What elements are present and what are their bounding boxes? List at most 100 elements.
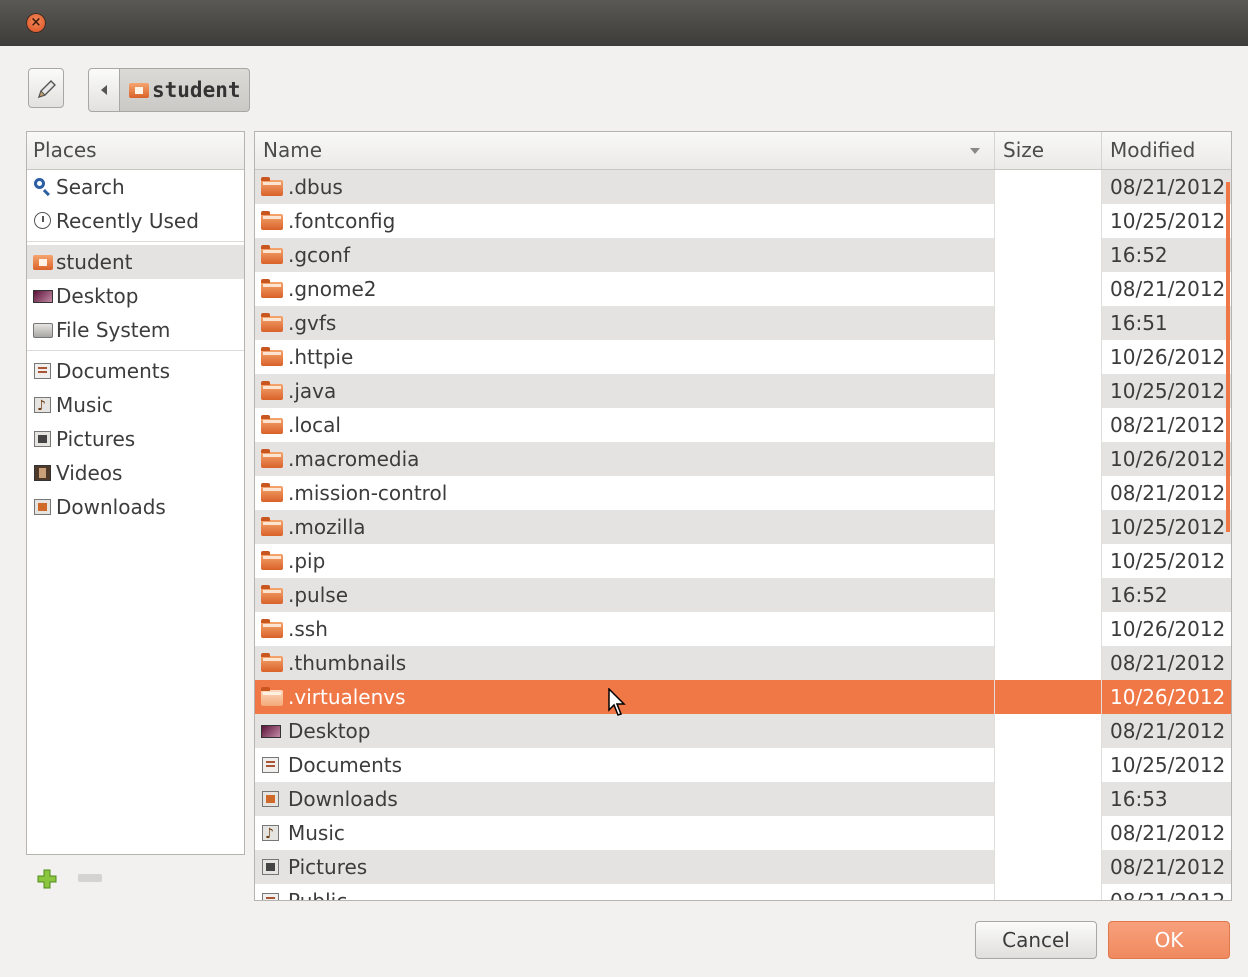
- file-size-cell: [994, 374, 1101, 408]
- file-row[interactable]: .gnome2 08/21/2012: [255, 272, 1231, 306]
- sidebar-item-pictures[interactable]: Pictures: [27, 422, 244, 456]
- file-name-cell: Music: [255, 816, 994, 851]
- file-name: .mozilla: [288, 515, 366, 539]
- sidebar-item-label: Recently Used: [56, 209, 199, 233]
- folder-icon: [260, 653, 284, 672]
- file-row[interactable]: .httpie 10/26/2012: [255, 340, 1231, 374]
- column-header-modified[interactable]: Modified: [1101, 132, 1231, 169]
- file-name: .httpie: [288, 345, 354, 369]
- sidebar-item-file-system[interactable]: File System: [27, 313, 244, 347]
- file-size-cell: [994, 442, 1101, 476]
- file-name: Desktop: [288, 719, 371, 743]
- file-name-cell: .pip: [255, 544, 994, 578]
- file-name-cell: .ssh: [255, 612, 994, 646]
- file-modified-cell: 10/26/2012: [1101, 612, 1231, 646]
- pencil-icon: [37, 80, 56, 99]
- file-name: .thumbnails: [288, 651, 407, 675]
- file-row[interactable]: .mission-control 08/21/2012: [255, 476, 1231, 510]
- cancel-button[interactable]: Cancel: [975, 921, 1097, 959]
- file-row[interactable]: .local 08/21/2012: [255, 408, 1231, 442]
- file-row[interactable]: Downloads 16:53: [255, 782, 1231, 816]
- file-size-cell: [994, 170, 1101, 204]
- sidebar-item-documents[interactable]: Documents: [27, 354, 244, 388]
- file-size-cell: [994, 850, 1101, 884]
- file-name-cell: .java: [255, 374, 994, 408]
- file-name: .ssh: [288, 617, 328, 641]
- file-size-cell: [994, 476, 1101, 510]
- file-name-cell: .pulse: [255, 578, 994, 612]
- file-row[interactable]: Documents 10/25/2012: [255, 748, 1231, 782]
- add-bookmark-button[interactable]: [36, 868, 58, 890]
- sidebar-item-downloads[interactable]: Downloads: [27, 490, 244, 524]
- remove-bookmark-button[interactable]: [78, 874, 102, 882]
- music-icon: [260, 817, 284, 851]
- file-row[interactable]: .mozilla 10/25/2012: [255, 510, 1231, 544]
- file-row[interactable]: .pip 10/25/2012: [255, 544, 1231, 578]
- file-row[interactable]: .pulse 16:52: [255, 578, 1231, 612]
- folder-icon: [260, 347, 284, 366]
- file-row[interactable]: Desktop 08/21/2012: [255, 714, 1231, 748]
- file-modified-cell: 16:51: [1101, 306, 1231, 340]
- column-header-size[interactable]: Size: [994, 132, 1101, 169]
- path-segment-current[interactable]: student: [120, 68, 250, 112]
- file-name: Downloads: [288, 787, 398, 811]
- sidebar-item-label: Music: [56, 393, 113, 417]
- file-name-cell: Pictures: [255, 850, 994, 884]
- search-icon: [32, 178, 52, 196]
- file-size-cell: [994, 408, 1101, 442]
- file-modified-cell: 08/21/2012: [1101, 272, 1231, 306]
- sort-down-icon: [970, 148, 980, 154]
- file-row[interactable]: .gconf 16:52: [255, 238, 1231, 272]
- file-row[interactable]: .dbus 08/21/2012: [255, 170, 1231, 204]
- file-row[interactable]: .macromedia 10/26/2012: [255, 442, 1231, 476]
- file-modified-cell: 10/26/2012: [1101, 340, 1231, 374]
- sidebar-item-student[interactable]: student: [27, 245, 244, 279]
- home-folder-icon: [128, 81, 150, 99]
- file-row[interactable]: .virtualenvs 10/26/2012: [255, 680, 1231, 714]
- file-row[interactable]: .java 10/25/2012: [255, 374, 1231, 408]
- file-name: .dbus: [288, 175, 343, 199]
- sidebar-item-recently-used[interactable]: Recently Used: [27, 204, 244, 238]
- file-row[interactable]: Public 08/21/2012: [255, 884, 1231, 900]
- file-modified-cell: 08/21/2012: [1101, 408, 1231, 442]
- sidebar-item-desktop[interactable]: Desktop: [27, 279, 244, 313]
- file-row[interactable]: Pictures 08/21/2012: [255, 850, 1231, 884]
- file-name: Music: [288, 821, 345, 845]
- file-row[interactable]: .gvfs 16:51: [255, 306, 1231, 340]
- file-size-cell: [994, 238, 1101, 272]
- file-name-cell: .fontconfig: [255, 204, 994, 238]
- sidebar-item-music[interactable]: Music: [27, 388, 244, 423]
- file-modified-cell: 10/25/2012: [1101, 544, 1231, 578]
- type-location-button[interactable]: [28, 68, 64, 108]
- file-name-cell: .mozilla: [255, 510, 994, 544]
- file-name: .pulse: [288, 583, 349, 607]
- folder-icon: [260, 177, 284, 196]
- sidebar-item-videos[interactable]: Videos: [27, 456, 244, 490]
- file-size-cell: [994, 782, 1101, 816]
- column-header-name[interactable]: Name: [255, 132, 994, 169]
- sidebar-item-label: Pictures: [56, 427, 136, 451]
- path-back-button[interactable]: [88, 68, 120, 112]
- sidebar-item-label: Documents: [56, 359, 171, 383]
- sidebar-item-search[interactable]: Search: [27, 170, 244, 204]
- file-row[interactable]: Music 08/21/2012: [255, 816, 1231, 851]
- file-name: .gvfs: [288, 311, 337, 335]
- file-name-cell: Desktop: [255, 714, 994, 748]
- folder-icon: [260, 687, 284, 706]
- file-row[interactable]: .thumbnails 08/21/2012: [255, 646, 1231, 680]
- close-icon[interactable]: ×: [26, 13, 46, 33]
- file-size-cell: [994, 748, 1101, 782]
- places-list: Search Recently Used student Desktop File Sy…: [27, 170, 244, 524]
- folder-icon: [260, 245, 284, 264]
- file-row[interactable]: .fontconfig 10/25/2012: [255, 204, 1231, 238]
- file-modified-cell: 08/21/2012: [1101, 646, 1231, 680]
- file-row[interactable]: .ssh 10/26/2012: [255, 612, 1231, 646]
- file-modified-cell: 10/25/2012: [1101, 374, 1231, 408]
- file-name-cell: Documents: [255, 748, 994, 782]
- file-name-cell: .macromedia: [255, 442, 994, 476]
- folder-icon: [260, 313, 284, 332]
- folder-icon: [260, 211, 284, 230]
- ok-button[interactable]: OK: [1108, 921, 1230, 959]
- scrollbar[interactable]: [1226, 182, 1230, 532]
- folder-icon: [260, 415, 284, 434]
